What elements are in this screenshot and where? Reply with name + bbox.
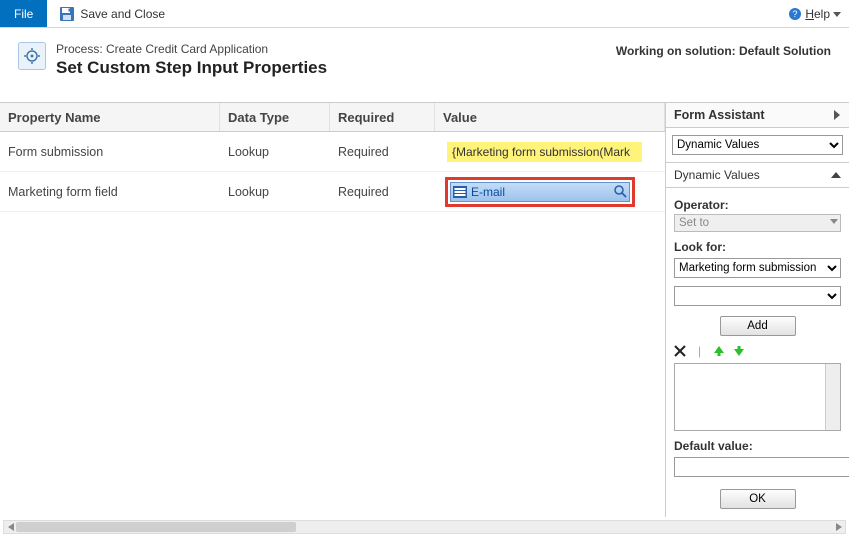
property-name: Form submission (0, 145, 220, 159)
lookup-entity-icon (451, 186, 469, 198)
col-value: Value (435, 103, 665, 131)
look-for-attribute-select[interactable] (674, 286, 841, 306)
form-assistant-header[interactable]: Form Assistant (666, 102, 849, 128)
solution-indicator: Working on solution: Default Solution (616, 42, 831, 78)
horizontal-scrollbar[interactable] (3, 520, 846, 534)
default-value-input[interactable] (674, 457, 849, 477)
ok-button[interactable]: OK (720, 489, 796, 509)
operator-label: Operator: (674, 198, 841, 212)
assistant-mode-select[interactable]: Dynamic Values (672, 135, 843, 155)
process-breadcrumb: Process: Create Credit Card Application (56, 42, 327, 56)
page-title: Set Custom Step Input Properties (56, 58, 327, 78)
selected-values-list[interactable] (674, 363, 841, 431)
table-row: Form submission Lookup Required {Marketi… (0, 132, 665, 172)
scrollbar-thumb[interactable] (827, 365, 839, 377)
scrollbar-thumb[interactable] (16, 522, 296, 532)
add-button[interactable]: Add (720, 316, 796, 336)
properties-table-header: Property Name Data Type Required Value (0, 102, 665, 132)
help-menu[interactable]: ? Help (788, 7, 841, 21)
save-icon (59, 6, 75, 22)
file-menu[interactable]: File (0, 0, 47, 27)
save-and-close-label: Save and Close (80, 7, 165, 21)
col-required: Required (330, 103, 435, 131)
default-value-label: Default value: (674, 439, 841, 453)
col-property-name: Property Name (0, 103, 220, 131)
move-up-icon[interactable] (713, 345, 725, 357)
chevron-up-icon (831, 171, 841, 179)
caret-down-icon (830, 218, 838, 226)
process-icon (18, 42, 46, 70)
look-for-entity-select[interactable]: Marketing form submission (674, 258, 841, 278)
lookup-value-text: E-mail (469, 185, 611, 199)
table-row: Marketing form field Lookup Required E-m… (0, 172, 665, 212)
col-data-type: Data Type (220, 103, 330, 131)
remove-icon[interactable] (674, 345, 686, 357)
scroll-right-arrow[interactable] (831, 521, 845, 533)
help-icon: ? (788, 7, 802, 21)
property-name: Marketing form field (0, 185, 220, 199)
form-submission-value[interactable]: {Marketing form submission(Mark (447, 142, 642, 162)
move-down-icon[interactable] (733, 345, 745, 357)
lookup-search-icon[interactable] (611, 185, 629, 198)
property-type: Lookup (220, 145, 330, 159)
property-required: Required (330, 145, 435, 159)
operator-select[interactable] (674, 214, 841, 232)
caret-down-icon (833, 10, 841, 18)
dynamic-values-toggle[interactable]: Dynamic Values (666, 163, 849, 188)
chevron-right-icon (833, 110, 841, 120)
file-menu-label: File (14, 7, 33, 21)
property-type: Lookup (220, 185, 330, 199)
help-label: Help (805, 7, 830, 21)
marketing-form-field-lookup[interactable]: E-mail (445, 177, 635, 207)
svg-text:?: ? (793, 9, 798, 19)
save-and-close-button[interactable]: Save and Close (59, 6, 165, 22)
property-required: Required (330, 185, 435, 199)
look-for-label: Look for: (674, 240, 841, 254)
